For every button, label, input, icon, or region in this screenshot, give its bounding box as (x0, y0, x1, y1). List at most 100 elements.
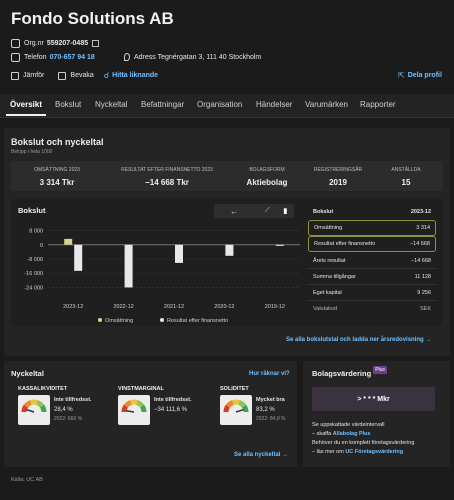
row-value: −14 668 (410, 257, 431, 264)
line-chart-icon[interactable]: ⟋ (265, 207, 270, 215)
kpi-value: 15 (401, 178, 411, 187)
address-text: Adress Tegnérgatan 3, 111 40 Stockholm (134, 53, 262, 61)
arrow-left-icon[interactable]: ← (230, 207, 238, 216)
ratio-value: 83,2 % (256, 407, 275, 413)
gauge-icon (220, 395, 252, 425)
nyckeltal-title: Nyckeltal (11, 369, 44, 378)
tab-nyckeltal[interactable]: Nyckeltal (95, 100, 127, 109)
find-similar-link[interactable]: Hitta liknande (112, 72, 158, 79)
table-header-year: 2023-12 (410, 209, 431, 215)
kpi-label: Omsättning 2023 (34, 167, 80, 173)
phone-link[interactable]: 070-657 94 18 (50, 54, 95, 61)
y-tick-label: -8 000 (27, 257, 43, 263)
valuation-header: Bolagsvärdering Plus (312, 365, 387, 378)
source-text: Källa: UC AB (11, 477, 43, 483)
kpi-employees: Anställda 15 (373, 167, 439, 187)
ratio-desc: Mycket bra (256, 397, 285, 403)
bokslut-chart: 8 000 0 -8 000 -16 000 -24 000 2023-12 2022-12… (24, 229, 300, 324)
chart-bar (225, 244, 234, 256)
phone-icon (11, 53, 20, 62)
kpi-label: Resultat efter finansnetto 2023 (121, 167, 213, 173)
ratio-card-soliditet[interactable]: Soliditet Mycket bra 83,2 % 2022: 84,9 % (220, 386, 294, 425)
kpi-value: 2019 (329, 178, 347, 187)
valuation-line: Behöver du en komplett företagsvärdering (312, 440, 415, 446)
kpi-label: Anställda (391, 167, 421, 173)
allabolag-plus-link[interactable]: Allabolag Plus (333, 431, 371, 437)
x-tick-label: 2019-12 (265, 304, 285, 310)
table-row: Eget kapital 9 256 (308, 285, 436, 301)
row-value: 11 128 (414, 273, 431, 280)
share-profile-link[interactable]: Dela profil (408, 72, 442, 79)
x-tick-label: 2020-12 (214, 304, 234, 310)
see-all-bokslut-link[interactable]: Se alla bokslutstal och ladda ner årsred… (286, 337, 431, 343)
uc-valuation-link[interactable]: UC Företagsvärdering (345, 449, 403, 455)
ratio-card-kassalikviditet[interactable]: Kassalikviditet Inte tillfredsst. 28,4 %… (18, 386, 110, 425)
compare-label[interactable]: Jämför (23, 72, 44, 79)
gauge-needle (26, 408, 35, 413)
row-label: Resultat efter finansnetto (314, 241, 376, 247)
chart-bar (275, 244, 284, 246)
gauge-segment (21, 404, 29, 413)
compare-checkbox[interactable] (11, 71, 19, 80)
bar-chart-icon[interactable]: ▮ (283, 207, 287, 215)
ratio-value: −34 111,6 % (154, 407, 187, 413)
chart-bar (74, 244, 83, 271)
valuation-title: Bolagsvärdering (312, 369, 372, 378)
valuation-button[interactable]: > * * * Mkr (312, 387, 435, 411)
x-tick-label: 2023-12 (63, 304, 83, 310)
tab-befattningar[interactable]: Befattningar (141, 100, 184, 109)
gauge-segment (121, 404, 129, 413)
tab-organisation[interactable]: Organisation (197, 100, 242, 109)
address-row: Adress Tegnérgatan 3, 111 40 Stockholm (124, 53, 261, 61)
overview-title: Bokslut och nyckeltal (11, 137, 104, 147)
watch-label[interactable]: Bevaka (70, 72, 93, 79)
y-tick-label: -24 000 (24, 285, 43, 291)
tab-varumarken[interactable]: Varumärken (305, 100, 348, 109)
company-name: Fondo Solutions AB (11, 9, 174, 28)
legend-marker (160, 318, 164, 322)
y-tick-label: 0 (40, 243, 43, 249)
ratio-prev: 2022: 660 % (54, 416, 83, 422)
tab-handelser[interactable]: Händelser (256, 100, 292, 109)
legend-label: Resultat efter finansnetto (167, 318, 228, 324)
x-tick-label: 2022-12 (114, 304, 134, 310)
phone-label: Telefon (24, 54, 47, 61)
y-tick-label: -16 000 (24, 271, 43, 277)
row-value: 3 314 (416, 225, 430, 231)
kpi-result: Resultat efter finansnetto 2023 −14 668 … (103, 167, 231, 187)
ratio-prev: 2022: 84,9 % (256, 416, 286, 422)
table-row-resultat[interactable]: Resultat efter finansnetto −14 668 (308, 236, 436, 252)
valuation-line: Se uppskattade värdeintervall (312, 422, 385, 428)
ratio-card-vinstmarginal[interactable]: Vinstmarginal Inte tillfredsst. −34 111,… (118, 386, 216, 425)
see-all-nyckeltal-link[interactable]: Se alla nyckeltal → (234, 452, 288, 458)
watch-checkbox[interactable] (58, 71, 67, 80)
kpi-value: −14 668 Tkr (145, 178, 189, 187)
table-header-label: Bokslut (313, 209, 334, 215)
chart-bar (64, 238, 73, 245)
legend-label: Omsättning (105, 318, 133, 324)
copy-icon[interactable] (92, 40, 100, 47)
table-row-omsattning[interactable]: Omsättning 3 314 (308, 220, 436, 236)
row-value: 9 256 (417, 289, 431, 296)
gauge-icon (18, 395, 50, 425)
ratio-value: 28,4 % (54, 407, 73, 413)
row-value: SEK (419, 306, 431, 312)
gauge-segment (23, 400, 32, 408)
tab-bokslut[interactable]: Bokslut (55, 100, 81, 109)
row-label: Omsättning (314, 225, 343, 231)
row-label: Valutakod (313, 306, 338, 312)
how-we-calculate-link[interactable]: Hur räknar vi? (249, 371, 290, 377)
share-profile[interactable]: ⇱ Dela profil (398, 71, 442, 80)
valuation-line: – skaffa (312, 431, 332, 437)
action-row: Jämför Bevaka ☌ Hitta liknande (11, 71, 158, 80)
y-tick-label: 8 000 (29, 229, 43, 235)
tab-bar: Översikt Bokslut Nyckeltal Befattningar … (0, 94, 454, 118)
briefcase-icon (11, 39, 20, 48)
gauge-needle (235, 408, 244, 413)
gauge-segment (241, 404, 249, 413)
kpi-strip: Omsättning 2023 3 314 Tkr Resultat efter… (11, 161, 443, 191)
ratio-title: Kassalikviditet (18, 386, 68, 392)
gauge-segment (139, 404, 147, 413)
tab-rapporter[interactable]: Rapporter (360, 100, 396, 109)
tab-oversikt[interactable]: Översikt (10, 100, 42, 109)
